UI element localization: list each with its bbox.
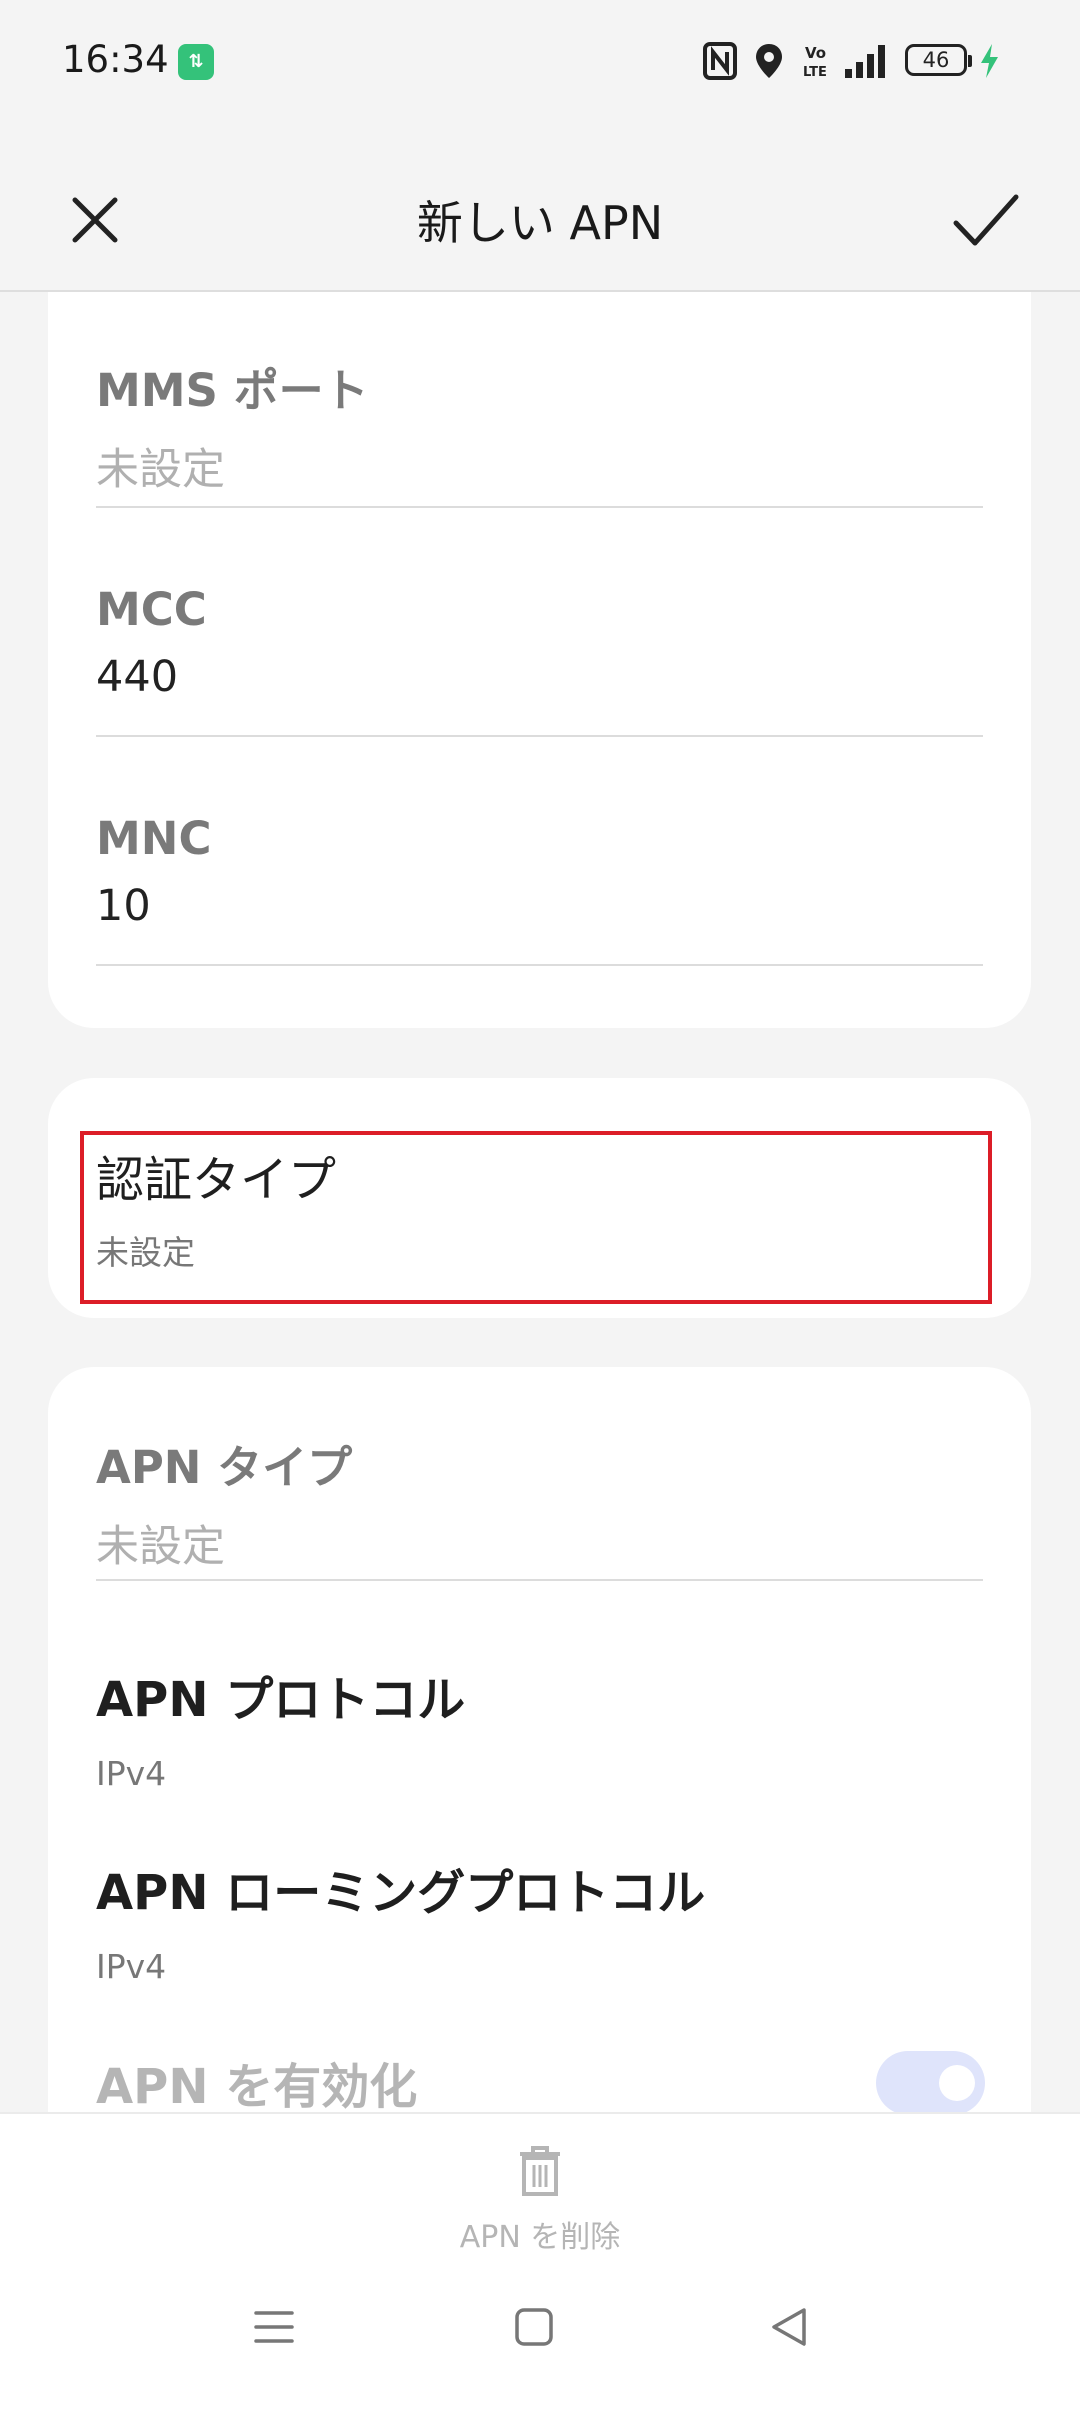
volte-icon: Vo LTE (803, 44, 827, 80)
apn-type-value: 未設定 (96, 1522, 225, 1572)
home-icon[interactable] (512, 2305, 556, 2349)
apn-protocol-item[interactable]: APN プロトコル IPv4 (96, 1660, 983, 1793)
apn-protocol-title: APN プロトコル (96, 1672, 466, 1728)
data-activity-badge: ⇅ (178, 44, 214, 80)
system-navigation-bar (0, 2272, 1080, 2412)
trash-icon (520, 2146, 560, 2196)
mcc-underline (96, 735, 983, 737)
mnc-value: 10 (96, 881, 151, 931)
apn-protocol-value: IPv4 (96, 1754, 167, 1793)
battery-icon: 46 (905, 44, 972, 76)
mms-port-field[interactable]: MMS ポート 未設定 (96, 354, 983, 497)
page-title: 新しい APN (416, 196, 664, 250)
apn-type-label: APN タイプ (96, 1441, 353, 1494)
charging-icon (981, 44, 998, 78)
apn-roaming-protocol-title: APN ローミングプロトコル (96, 1865, 706, 1921)
delete-apn-button[interactable]: APN を削除 (430, 2144, 650, 2274)
apn-roaming-protocol-item[interactable]: APN ローミングプロトコル IPv4 (96, 1853, 983, 1986)
app-bar: 新しい APN (0, 125, 1080, 292)
apn-enable-item: APN を有効化 (96, 2047, 983, 2117)
mnc-label: MNC (96, 812, 212, 865)
check-icon (953, 194, 1019, 246)
back-icon[interactable] (768, 2305, 812, 2349)
mnc-field[interactable]: MNC 10 (96, 812, 983, 931)
mcc-field[interactable]: MCC 440 (96, 583, 983, 702)
save-button[interactable] (948, 185, 1024, 255)
nfc-icon (703, 42, 737, 80)
apn-settings-card-3: APN タイプ 未設定 APN プロトコル IPv4 APN ローミングプロトコ… (48, 1367, 1031, 2115)
status-bar: 16:34 ⇅ Vo LTE 46 (0, 0, 1080, 125)
apn-type-underline (96, 1579, 983, 1581)
selection-highlight (80, 1131, 992, 1304)
signal-icon (845, 45, 885, 78)
apn-settings-card-1: MMS ポート 未設定 MCC 440 MNC 10 (48, 292, 1031, 1028)
delete-apn-label: APN を削除 (459, 2220, 621, 2255)
mms-port-underline (96, 506, 983, 508)
mcc-label: MCC (96, 583, 207, 636)
status-time: 16:34 (62, 38, 169, 81)
apn-enable-title: APN を有効化 (96, 2059, 418, 2115)
toggle-knob (939, 2065, 975, 2101)
mms-port-value: 未設定 (96, 445, 225, 495)
mcc-value: 440 (96, 652, 179, 702)
apn-type-field: APN タイプ 未設定 (96, 1431, 983, 1574)
menu-icon[interactable] (252, 2305, 296, 2349)
svg-text:LTE: LTE (803, 65, 827, 80)
svg-text:Vo: Vo (805, 44, 826, 62)
mms-port-label: MMS ポート (96, 364, 369, 417)
apn-enable-toggle[interactable] (876, 2051, 985, 2115)
location-icon (756, 44, 782, 78)
apn-roaming-protocol-value: IPv4 (96, 1947, 167, 1986)
mnc-underline (96, 964, 983, 966)
